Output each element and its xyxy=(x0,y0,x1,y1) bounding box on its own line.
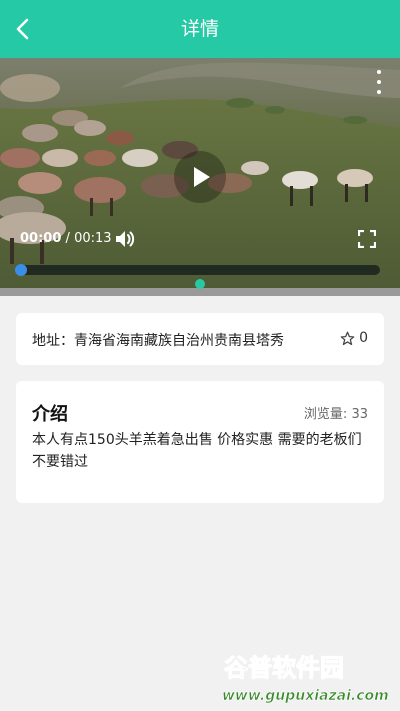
more-vertical-icon xyxy=(377,70,381,74)
video-time: 00:00 / 00:13 xyxy=(20,231,112,246)
play-button[interactable] xyxy=(186,162,216,192)
svg-text:www.gupuxiazai.com: www.gupuxiazai.com xyxy=(222,688,389,704)
page-title: 详情 xyxy=(180,18,219,40)
address-card: 地址：青海省海南藏族自治州贵南县塔秀 0 xyxy=(16,313,384,365)
address-label: 地址： xyxy=(32,333,74,349)
fullscreen-button[interactable] xyxy=(357,229,377,249)
views-count: 33 xyxy=(351,407,368,422)
progress-bar[interactable] xyxy=(20,265,380,275)
views-label: 浏览量: xyxy=(303,407,348,422)
player-bottom-strip xyxy=(0,288,400,296)
current-time: 00:00 xyxy=(20,231,62,246)
view-count: 浏览量: 33 xyxy=(304,403,368,422)
address-value: 青海省海南藏族自治州贵南县塔秀 xyxy=(74,333,284,349)
more-options-button[interactable] xyxy=(372,70,386,94)
progress-knob[interactable] xyxy=(15,264,27,276)
intro-title: 介绍 xyxy=(32,404,68,425)
volume-button[interactable] xyxy=(114,228,136,250)
carousel-indicator[interactable] xyxy=(195,279,205,289)
intro-description: 本人有点150头羊羔着急出售 价格实惠 需要的老板们不要错过 xyxy=(32,432,362,470)
duration: 00:13 xyxy=(74,231,112,246)
favorite-button[interactable]: 0 xyxy=(340,330,368,346)
top-bar: 详情 xyxy=(0,0,400,58)
volume-icon xyxy=(116,231,135,247)
favorite-count: 0 xyxy=(359,330,368,346)
intro-card: 介绍 浏览量: 33 本人有点150头羊羔着急出售 价格实惠 需要的老板们不要错… xyxy=(16,381,384,503)
address-text: 地址：青海省海南藏族自治州贵南县塔秀 xyxy=(32,330,284,350)
video-player[interactable]: 00:00 / 00:13 xyxy=(0,58,400,296)
time-separator: / xyxy=(65,231,70,246)
star-outline-icon xyxy=(340,331,355,345)
fullscreen-icon xyxy=(357,229,377,249)
play-icon xyxy=(194,167,210,187)
svg-text:谷普软件园: 谷普软件园 xyxy=(224,654,344,682)
watermark-logo: 谷普软件园 www.gupuxiazai.com xyxy=(222,654,389,705)
